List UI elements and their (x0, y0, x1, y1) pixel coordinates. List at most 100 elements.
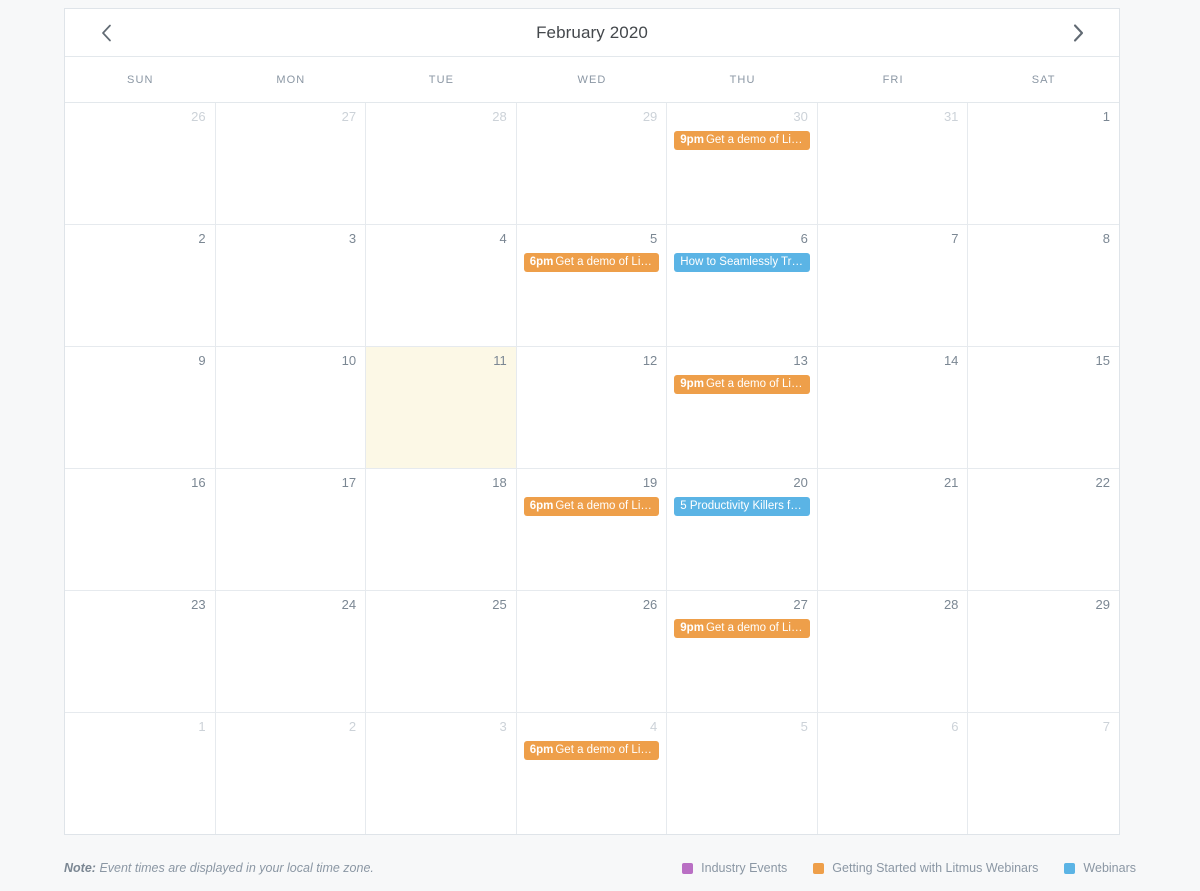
legend-color-swatch-icon (813, 862, 825, 874)
legend-item[interactable]: Industry Events (682, 861, 787, 875)
event-time: 9pm (680, 134, 704, 146)
event-chip[interactable]: How to Seamlessly Tra… (674, 253, 810, 272)
day-cell[interactable]: 1 (65, 713, 216, 834)
day-cell[interactable]: 24 (216, 591, 367, 712)
day-cell[interactable]: 5 (667, 713, 818, 834)
day-cell[interactable]: 7 (968, 713, 1119, 834)
day-cell[interactable]: 27 (216, 103, 367, 224)
day-cell[interactable]: 6 (818, 713, 969, 834)
weekday-header-row: SUN MON TUE WED THU FRI SAT (65, 57, 1119, 103)
day-cell[interactable]: 5 6pm Get a demo of Lit… (517, 225, 668, 346)
calendar-week-row: 26 27 28 29 30 9pm Get a demo of Lit… 31 1 (65, 103, 1119, 225)
day-cell[interactable]: 19 6pm Get a demo of Lit… (517, 469, 668, 590)
day-cell[interactable]: 15 (968, 347, 1119, 468)
next-month-button[interactable] (1050, 9, 1106, 57)
calendar-header: February 2020 (65, 9, 1119, 57)
day-cell[interactable]: 14 (818, 347, 969, 468)
event-chip[interactable]: 9pm Get a demo of Lit… (674, 131, 810, 150)
timezone-note: Note: Event times are displayed in your … (64, 861, 374, 875)
day-cell[interactable]: 31 (818, 103, 969, 224)
day-number: 8 (1102, 231, 1110, 246)
day-cell[interactable]: 13 9pm Get a demo of Lit… (667, 347, 818, 468)
day-cell[interactable]: 2 (216, 713, 367, 834)
legend-item[interactable]: Getting Started with Litmus Webinars (813, 861, 1038, 875)
day-events: 6pm Get a demo of Lit… (523, 741, 660, 760)
day-cell[interactable]: 6 How to Seamlessly Tra… (667, 225, 818, 346)
calendar-week-row: 16 17 18 19 6pm Get a demo of Lit… 20 5 Product… (65, 469, 1119, 591)
day-number: 14 (943, 353, 959, 368)
day-cell[interactable]: 29 (968, 591, 1119, 712)
day-cell[interactable]: 25 (366, 591, 517, 712)
day-cell[interactable]: 8 (968, 225, 1119, 346)
day-cell[interactable]: 20 5 Productivity Killers fo… (667, 469, 818, 590)
day-cell[interactable]: 30 9pm Get a demo of Lit… (667, 103, 818, 224)
event-time: 6pm (529, 256, 554, 268)
page-title: February 2020 (536, 23, 648, 42)
event-chip[interactable]: 6pm Get a demo of Lit… (523, 253, 660, 272)
calendar-week-row: 23 24 25 26 27 9pm Get a demo of Lit… 28 29 (65, 591, 1119, 713)
event-title: Get a demo of Lit… (705, 378, 806, 390)
day-cell[interactable]: 2 (65, 225, 216, 346)
event-time: 9pm (680, 622, 704, 634)
previous-month-button[interactable] (78, 9, 134, 57)
legend-color-swatch-icon (1064, 862, 1076, 874)
day-cell[interactable]: 17 (216, 469, 367, 590)
event-title: Get a demo of Lit… (555, 744, 656, 756)
day-cell[interactable]: 21 (818, 469, 969, 590)
day-cell[interactable]: 18 (366, 469, 517, 590)
day-events: 6pm Get a demo of Lit… (523, 253, 660, 272)
day-number: 6 (951, 719, 959, 734)
day-number: 25 (492, 597, 507, 612)
day-cell[interactable]: 26 (517, 591, 668, 712)
event-time: 9pm (680, 378, 704, 390)
day-number: 11 (493, 353, 507, 368)
day-cell[interactable]: 9 (65, 347, 216, 468)
day-cell[interactable]: 29 (517, 103, 668, 224)
event-chip[interactable]: 9pm Get a demo of Lit… (674, 619, 810, 638)
weekday-label-sun: SUN (127, 73, 154, 86)
day-cell[interactable]: 16 (65, 469, 216, 590)
day-cell[interactable]: 3 (366, 713, 517, 834)
chevron-right-icon (1073, 24, 1084, 42)
day-cell[interactable]: 22 (968, 469, 1119, 590)
day-cell[interactable]: 26 (65, 103, 216, 224)
day-number: 6 (800, 231, 808, 246)
day-cell[interactable]: 10 (216, 347, 367, 468)
legend-item[interactable]: Webinars (1064, 861, 1136, 875)
day-events: 5 Productivity Killers fo… (674, 497, 810, 516)
day-number: 4 (650, 719, 658, 734)
event-chip[interactable]: 6pm Get a demo of Lit… (523, 741, 660, 760)
day-cell[interactable]: 23 (65, 591, 216, 712)
day-number: 13 (793, 353, 808, 368)
day-number: 20 (793, 475, 808, 490)
day-cell[interactable]: 4 (366, 225, 517, 346)
day-number: 1 (1102, 109, 1110, 124)
event-chip[interactable]: 6pm Get a demo of Lit… (523, 497, 660, 516)
legend-color-swatch-icon (682, 862, 694, 874)
day-cell[interactable]: 4 6pm Get a demo of Lit… (517, 713, 668, 834)
event-chip[interactable]: 5 Productivity Killers fo… (674, 497, 810, 516)
day-number: 7 (1102, 719, 1110, 734)
day-cell[interactable]: 27 9pm Get a demo of Lit… (667, 591, 818, 712)
day-cell[interactable]: 28 (818, 591, 969, 712)
weekday-label-thu: THU (729, 73, 756, 86)
event-title: Get a demo of Lit… (555, 256, 656, 268)
day-cell[interactable]: 12 (517, 347, 668, 468)
day-cell[interactable]: 3 (216, 225, 367, 346)
day-cell[interactable]: 1 (968, 103, 1119, 224)
day-cell-today[interactable]: 11 (366, 347, 517, 468)
weekday-label-fri: FRI (882, 73, 904, 86)
day-number: 26 (191, 109, 206, 124)
day-cell[interactable]: 7 (818, 225, 969, 346)
event-title: How to Seamlessly Tra… (680, 256, 810, 268)
event-chip[interactable]: 9pm Get a demo of Lit… (674, 375, 810, 394)
timezone-note-label: Note: (64, 861, 96, 875)
day-number: 27 (341, 109, 357, 124)
calendar-grid: 26 27 28 29 30 9pm Get a demo of Lit… 31 1 2 3 4 5 6p… (65, 103, 1119, 834)
calendar-week-row: 2 3 4 5 6pm Get a demo of Lit… 6 How to Seamles… (65, 225, 1119, 347)
day-number: 2 (198, 231, 206, 246)
day-number: 24 (341, 597, 357, 612)
day-number: 9 (198, 353, 206, 368)
calendar-footer: Note: Event times are displayed in your … (64, 853, 1136, 883)
day-cell[interactable]: 28 (366, 103, 517, 224)
